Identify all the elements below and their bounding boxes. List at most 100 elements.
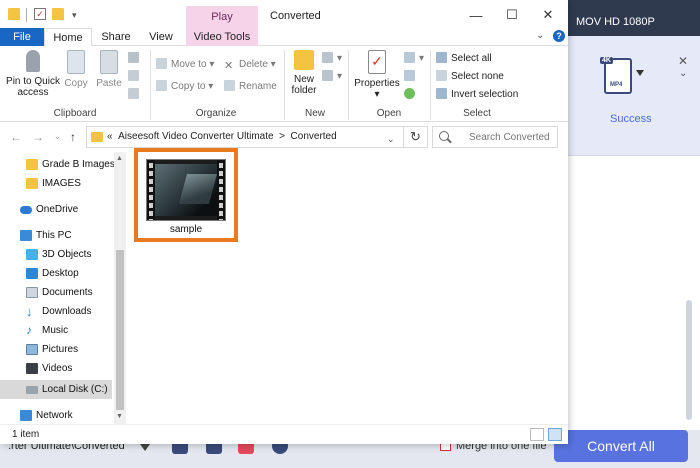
cloud-icon (20, 206, 32, 214)
output-path-dropdown-icon[interactable] (140, 444, 150, 451)
select-none-icon (436, 70, 447, 81)
copy-button[interactable]: Copy (62, 50, 90, 89)
nav-item-grade-b-imagess[interactable]: Grade B Imagess (0, 155, 120, 174)
film-strip-right (217, 160, 225, 220)
breadcrumb-item-aiseesoft[interactable]: Aiseesoft Video Converter Ultimate (118, 131, 273, 142)
ribbon: Pin to Quick access Copy Paste Clipboard… (0, 46, 568, 122)
tab-video-tools[interactable]: Video Tools (186, 28, 258, 46)
title-bar[interactable]: ✓ ▾ Play Converted — ☐ ✕ (0, 0, 568, 30)
forward-arrow-icon[interactable]: → (32, 130, 44, 144)
cut-button[interactable] (128, 52, 143, 66)
copy-to-button[interactable]: Copy to ▾ (156, 80, 213, 94)
select-all-button[interactable]: Select all (436, 52, 492, 66)
select-none-button[interactable]: Select none (436, 70, 504, 84)
scissors-icon (128, 52, 139, 63)
converter-scrollbar[interactable] (686, 300, 692, 420)
file-name: sample (169, 224, 203, 235)
properties-check-icon: ✓ (368, 50, 386, 74)
history-button[interactable] (404, 88, 419, 102)
nav-item-label: Grade B Imagess (42, 159, 120, 170)
breadcrumb-overflow[interactable]: « (107, 131, 113, 142)
recent-locations-icon[interactable]: ⌄ (54, 132, 61, 141)
scroll-up-icon[interactable]: ▲ (116, 155, 123, 162)
new-folder-quick-icon[interactable] (52, 8, 64, 20)
properties-button[interactable]: ✓ Properties ▾ (352, 50, 402, 100)
address-history-chevron-icon[interactable]: ⌄ (387, 134, 395, 145)
open-button[interactable]: ▾ (404, 52, 424, 66)
tab-view[interactable]: View (140, 28, 182, 46)
select-all-icon (436, 52, 447, 63)
nav-item-3d-objects[interactable]: 3D Objects (0, 245, 112, 264)
new-folder-label-line1: New (293, 74, 314, 85)
nav-item-documents[interactable]: Documents (0, 283, 112, 302)
nav-item-pictures[interactable]: Pictures (0, 340, 112, 359)
edit-button[interactable] (404, 70, 419, 84)
tab-home[interactable]: Home (44, 28, 92, 47)
close-button[interactable]: ✕ (530, 4, 566, 26)
easy-access-button[interactable]: ▾ (322, 70, 342, 84)
quick-access-separator (26, 8, 27, 22)
paste-button[interactable]: Paste (94, 50, 124, 89)
properties-caret-icon: ▾ (374, 89, 380, 100)
ribbon-tabs: File Home Share View Video Tools ⌄ ? (0, 28, 568, 47)
nav-item-music[interactable]: ♪ Music (0, 321, 112, 340)
file-item-sample[interactable]: sample (134, 148, 238, 242)
move-to-button[interactable]: Move to ▾ (156, 58, 214, 72)
nav-item-downloads[interactable]: ↓ Downloads (0, 302, 112, 321)
nav-item-label: This PC (36, 230, 72, 241)
address-bar-row: ← → ⌄ ↑ « Aiseesoft Video Converter Ulti… (0, 122, 568, 152)
open-group-label: Open (376, 108, 402, 119)
tab-file[interactable]: File (0, 28, 44, 46)
maximize-button[interactable]: ☐ (494, 4, 530, 26)
help-icon[interactable]: ? (553, 30, 565, 42)
nav-item-network[interactable]: Network (0, 406, 112, 425)
clipboard-group-label: Clipboard (53, 108, 97, 119)
details-view-icon[interactable] (530, 428, 544, 441)
paste-shortcut-button[interactable] (128, 88, 143, 102)
rename-icon (224, 80, 235, 91)
download-arrow-icon: ↓ (26, 304, 33, 319)
large-icons-view-icon[interactable] (548, 428, 562, 441)
customize-quick-access-icon[interactable]: ▾ (72, 10, 77, 21)
pin-label-line1: Pin to Quick (6, 76, 60, 87)
convert-all-button[interactable]: Convert All (554, 430, 688, 462)
breadcrumb-separator[interactable]: > (279, 131, 285, 142)
back-arrow-icon[interactable]: ← (10, 130, 22, 144)
invert-selection-button[interactable]: Invert selection (436, 88, 518, 102)
delete-button[interactable]: ✕ Delete ▾ (224, 58, 276, 72)
new-folder-button[interactable]: New folder (288, 50, 320, 96)
nav-item-label: OneDrive (36, 204, 79, 215)
nav-item-images[interactable]: IMAGES (0, 174, 112, 193)
properties-quick-icon[interactable]: ✓ (34, 8, 46, 20)
address-field[interactable]: « Aiseesoft Video Converter Ultimate > C… (86, 126, 404, 148)
nav-item-desktop[interactable]: Desktop (0, 264, 112, 283)
nav-item-this-pc[interactable]: This PC (0, 226, 112, 245)
video-frame (155, 164, 217, 216)
new-folder-label-line2: folder (291, 85, 317, 96)
refresh-button[interactable]: ↻ (404, 126, 428, 148)
search-box[interactable] (432, 126, 558, 148)
minimize-button[interactable]: — (458, 4, 494, 26)
collapse-ribbon-icon[interactable]: ⌄ (536, 30, 544, 41)
copy-path-button[interactable] (128, 70, 143, 84)
collapse-chevron-icon[interactable]: ⌄ (679, 68, 687, 79)
nav-item-local-disk-c[interactable]: Local Disk (C:) (0, 380, 112, 399)
invert-selection-icon (436, 88, 447, 99)
breadcrumb-item-converted[interactable]: Converted (291, 131, 337, 142)
pin-to-quick-access-button[interactable]: Pin to Quick access (4, 50, 62, 98)
search-input[interactable] (469, 130, 557, 144)
rename-button[interactable]: Rename (224, 80, 277, 94)
nav-item-onedrive[interactable]: OneDrive (0, 200, 112, 219)
scroll-down-icon[interactable]: ▼ (116, 413, 123, 420)
tab-share[interactable]: Share (96, 28, 136, 46)
nav-item-label: Desktop (42, 268, 79, 279)
up-arrow-icon[interactable]: ↑ (70, 130, 76, 144)
folder-icon (26, 178, 38, 189)
nav-scroll-thumb[interactable] (116, 250, 124, 410)
folder-icon (8, 8, 20, 20)
nav-item-videos[interactable]: Videos (0, 359, 112, 378)
output-format-label[interactable]: MOV HD 1080P (576, 16, 655, 28)
new-item-button[interactable]: ▾ (322, 52, 342, 66)
format-dropdown-caret-icon[interactable] (636, 70, 644, 76)
remove-item-icon[interactable]: ✕ (678, 54, 688, 68)
